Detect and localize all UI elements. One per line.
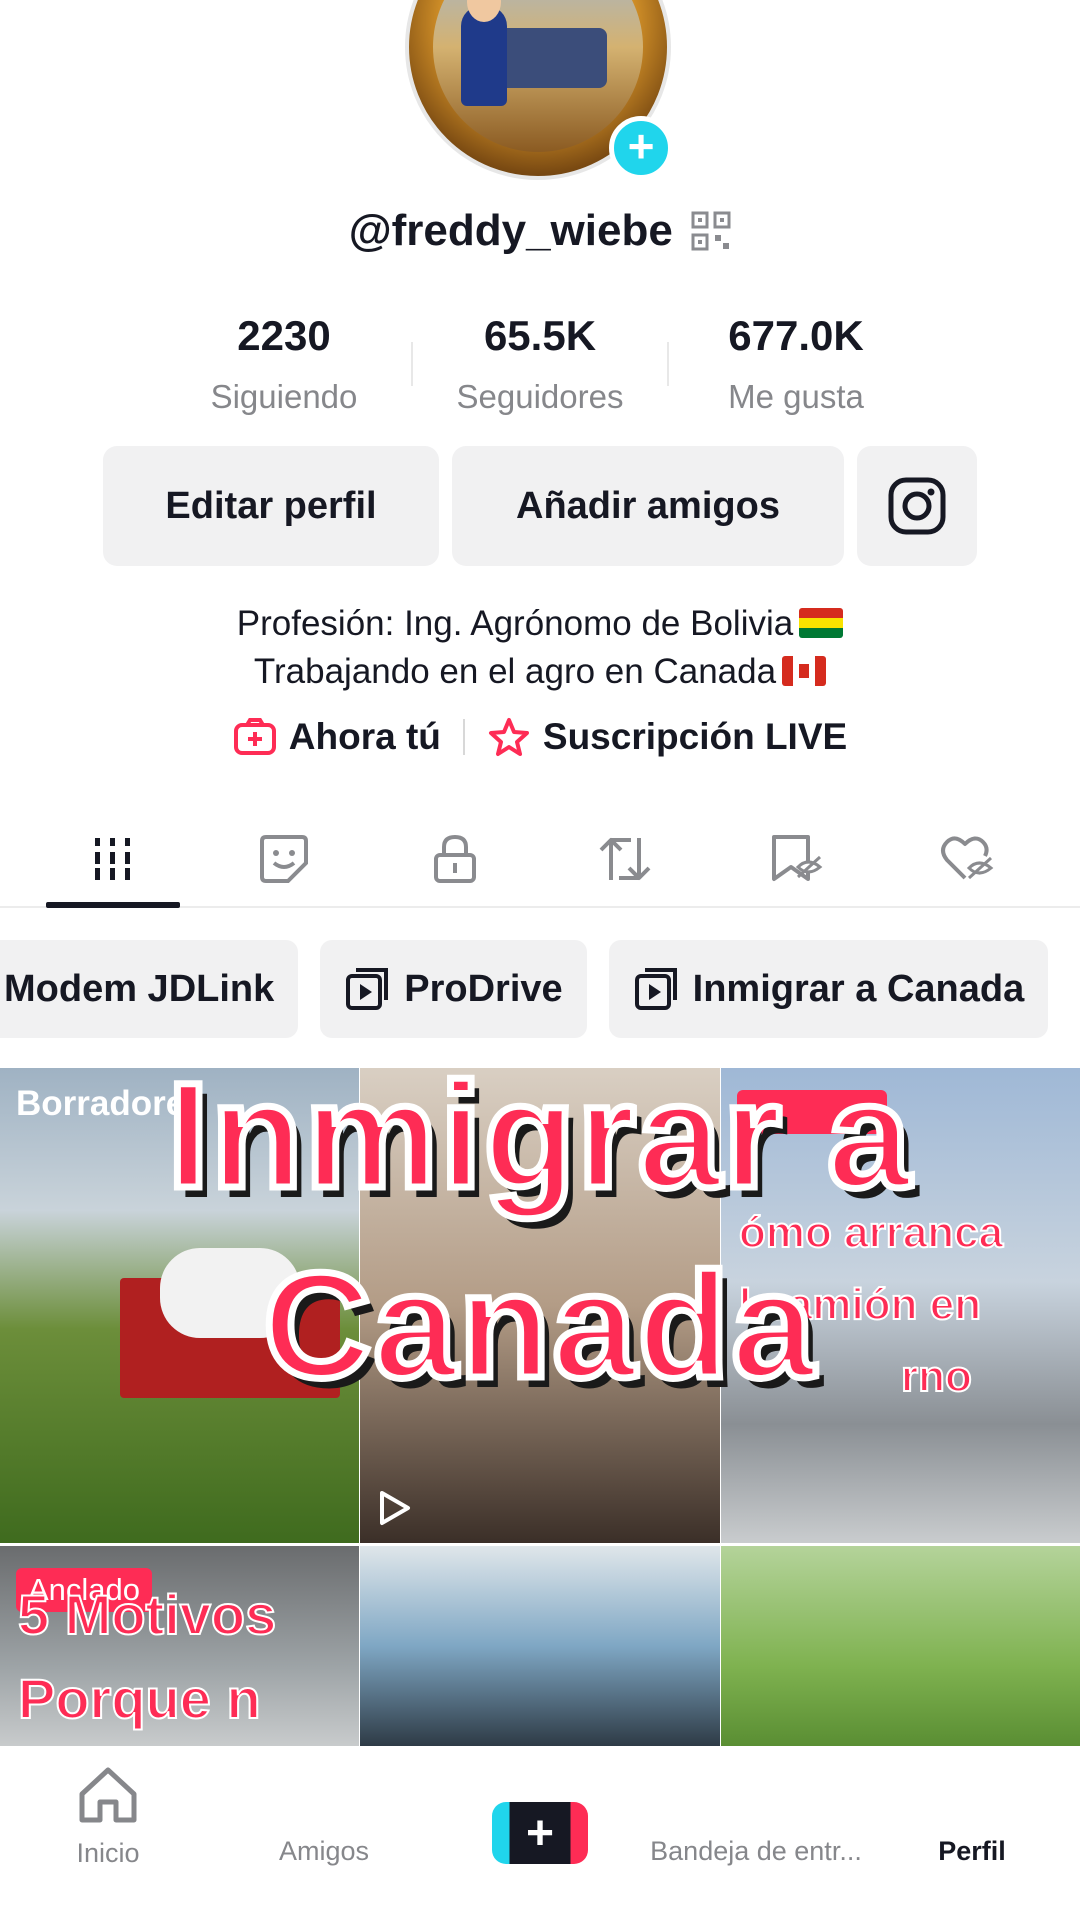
live-subscription-label: Suscripción LIVE bbox=[542, 716, 848, 757]
username: @freddy_wiebe bbox=[348, 206, 673, 255]
live-subscription-link[interactable]: Suscripción LIVE bbox=[487, 716, 847, 758]
playlist-chip[interactable]: Inmigrar a Canada bbox=[608, 940, 1049, 1038]
tab-reposts[interactable] bbox=[558, 812, 692, 906]
playlist-icon bbox=[634, 968, 677, 1010]
nav-home-label: Inicio bbox=[76, 1838, 140, 1868]
bio-line-2: Trabajando en el agro en Canada bbox=[0, 648, 1080, 696]
tab-stickers[interactable] bbox=[217, 812, 351, 906]
video-thumbnail-pinned[interactable]: Anclado 5 Motivos Porque n bbox=[0, 1546, 359, 1746]
video-thumbnail[interactable] bbox=[360, 1068, 720, 1543]
liked-hidden-icon bbox=[940, 836, 993, 880]
now-you-label: Ahora tú bbox=[288, 716, 441, 757]
profile-stats: 2230 Siguiendo 65.5K Seguidores 677.0K M… bbox=[0, 312, 1080, 416]
playlist-label: ProDrive bbox=[404, 967, 563, 1010]
profile-links: Ahora tú Suscripción LIVE bbox=[0, 716, 1080, 758]
tab-private[interactable] bbox=[388, 812, 522, 906]
profile-bio: Profesión: Ing. Agrónomo de Bolivia Trab… bbox=[0, 600, 1080, 696]
nav-home[interactable]: Inicio bbox=[0, 1748, 216, 1920]
home-icon bbox=[79, 1767, 137, 1823]
add-friends-button[interactable]: Añadir amigos bbox=[452, 446, 844, 566]
bio-line-1: Profesión: Ing. Agrónomo de Bolivia bbox=[0, 600, 1080, 648]
qr-code-icon[interactable] bbox=[691, 211, 731, 251]
followers-count: 65.5K bbox=[483, 312, 597, 359]
followers-label: Seguidores bbox=[456, 378, 624, 415]
profile-tabs bbox=[0, 812, 1080, 908]
followers-stat[interactable]: 65.5K Seguidores bbox=[413, 312, 667, 416]
create-plus-icon: + bbox=[492, 1802, 588, 1864]
playlist-icon bbox=[346, 968, 389, 1010]
camera-plus-icon bbox=[233, 718, 276, 755]
playlist-label: Inmigrar a Canada bbox=[692, 967, 1025, 1010]
nav-inbox[interactable]: Bandeja de entr... bbox=[648, 1748, 864, 1920]
nav-profile-label: Perfil bbox=[938, 1836, 1006, 1866]
play-icon bbox=[380, 1491, 410, 1525]
subscription-star-icon bbox=[488, 718, 529, 756]
repost-icon bbox=[599, 838, 651, 880]
username-row: @freddy_wiebe bbox=[0, 206, 1080, 256]
tab-favorites[interactable] bbox=[729, 812, 863, 906]
videos-grid-icon bbox=[95, 838, 131, 880]
playlist-chip[interactable]: Modem JDLink bbox=[0, 940, 299, 1038]
video-thumbnail[interactable] bbox=[721, 1546, 1080, 1746]
instagram-button[interactable] bbox=[857, 446, 977, 566]
video-thumbnail[interactable] bbox=[360, 1546, 720, 1746]
likes-count: 677.0K bbox=[728, 312, 864, 359]
video-thumbnail-drafts[interactable]: Borradore bbox=[0, 1068, 359, 1543]
favorites-hidden-icon bbox=[771, 835, 823, 881]
instagram-icon bbox=[888, 477, 946, 535]
stickers-icon bbox=[259, 835, 308, 883]
nav-profile[interactable]: Perfil bbox=[864, 1748, 1080, 1920]
friends-icon bbox=[296, 1766, 352, 1822]
nav-inbox-label: Bandeja de entr... bbox=[650, 1836, 862, 1866]
profile-icon bbox=[944, 1766, 1000, 1822]
following-label: Siguiendo bbox=[210, 378, 358, 415]
likes-label: Me gusta bbox=[728, 378, 864, 415]
nav-friends-label: Amigos bbox=[278, 1836, 370, 1866]
inbox-icon bbox=[728, 1766, 784, 1822]
video-grid: Borradore ómo arranca l camión en rno An… bbox=[0, 1068, 1080, 1746]
edit-profile-button[interactable]: Editar perfil bbox=[103, 446, 439, 566]
playlist-label: Modem JDLink bbox=[4, 967, 275, 1010]
canada-flag-icon bbox=[782, 656, 827, 686]
likes-stat[interactable]: 677.0K Me gusta bbox=[669, 312, 923, 416]
video-thumbnail[interactable]: ómo arranca l camión en rno bbox=[721, 1068, 1080, 1543]
nav-friends[interactable]: Amigos bbox=[216, 1748, 432, 1920]
link-divider bbox=[462, 719, 465, 755]
playlist-chip[interactable]: ProDrive bbox=[320, 940, 587, 1038]
lock-icon bbox=[433, 834, 476, 883]
bottom-navigation: Inicio Amigos + Bandeja de entr... Perfi… bbox=[0, 1748, 1080, 1920]
drafts-label: Borradore bbox=[16, 1084, 186, 1123]
thumbnail-badge bbox=[737, 1090, 887, 1134]
bolivia-flag-icon bbox=[799, 608, 844, 638]
now-you-link[interactable]: Ahora tú bbox=[233, 716, 441, 758]
profile-avatar[interactable]: + bbox=[405, 0, 673, 180]
nav-create[interactable]: + bbox=[432, 1748, 648, 1920]
playlists-row: Modem JDLink ProDrive Inmigrar a Canada bbox=[0, 940, 1049, 1038]
tab-liked[interactable] bbox=[900, 812, 1034, 906]
following-count: 2230 bbox=[237, 312, 331, 359]
following-stat[interactable]: 2230 Siguiendo bbox=[157, 312, 411, 416]
add-story-plus-icon[interactable]: + bbox=[609, 116, 673, 180]
tab-videos[interactable] bbox=[46, 812, 181, 908]
